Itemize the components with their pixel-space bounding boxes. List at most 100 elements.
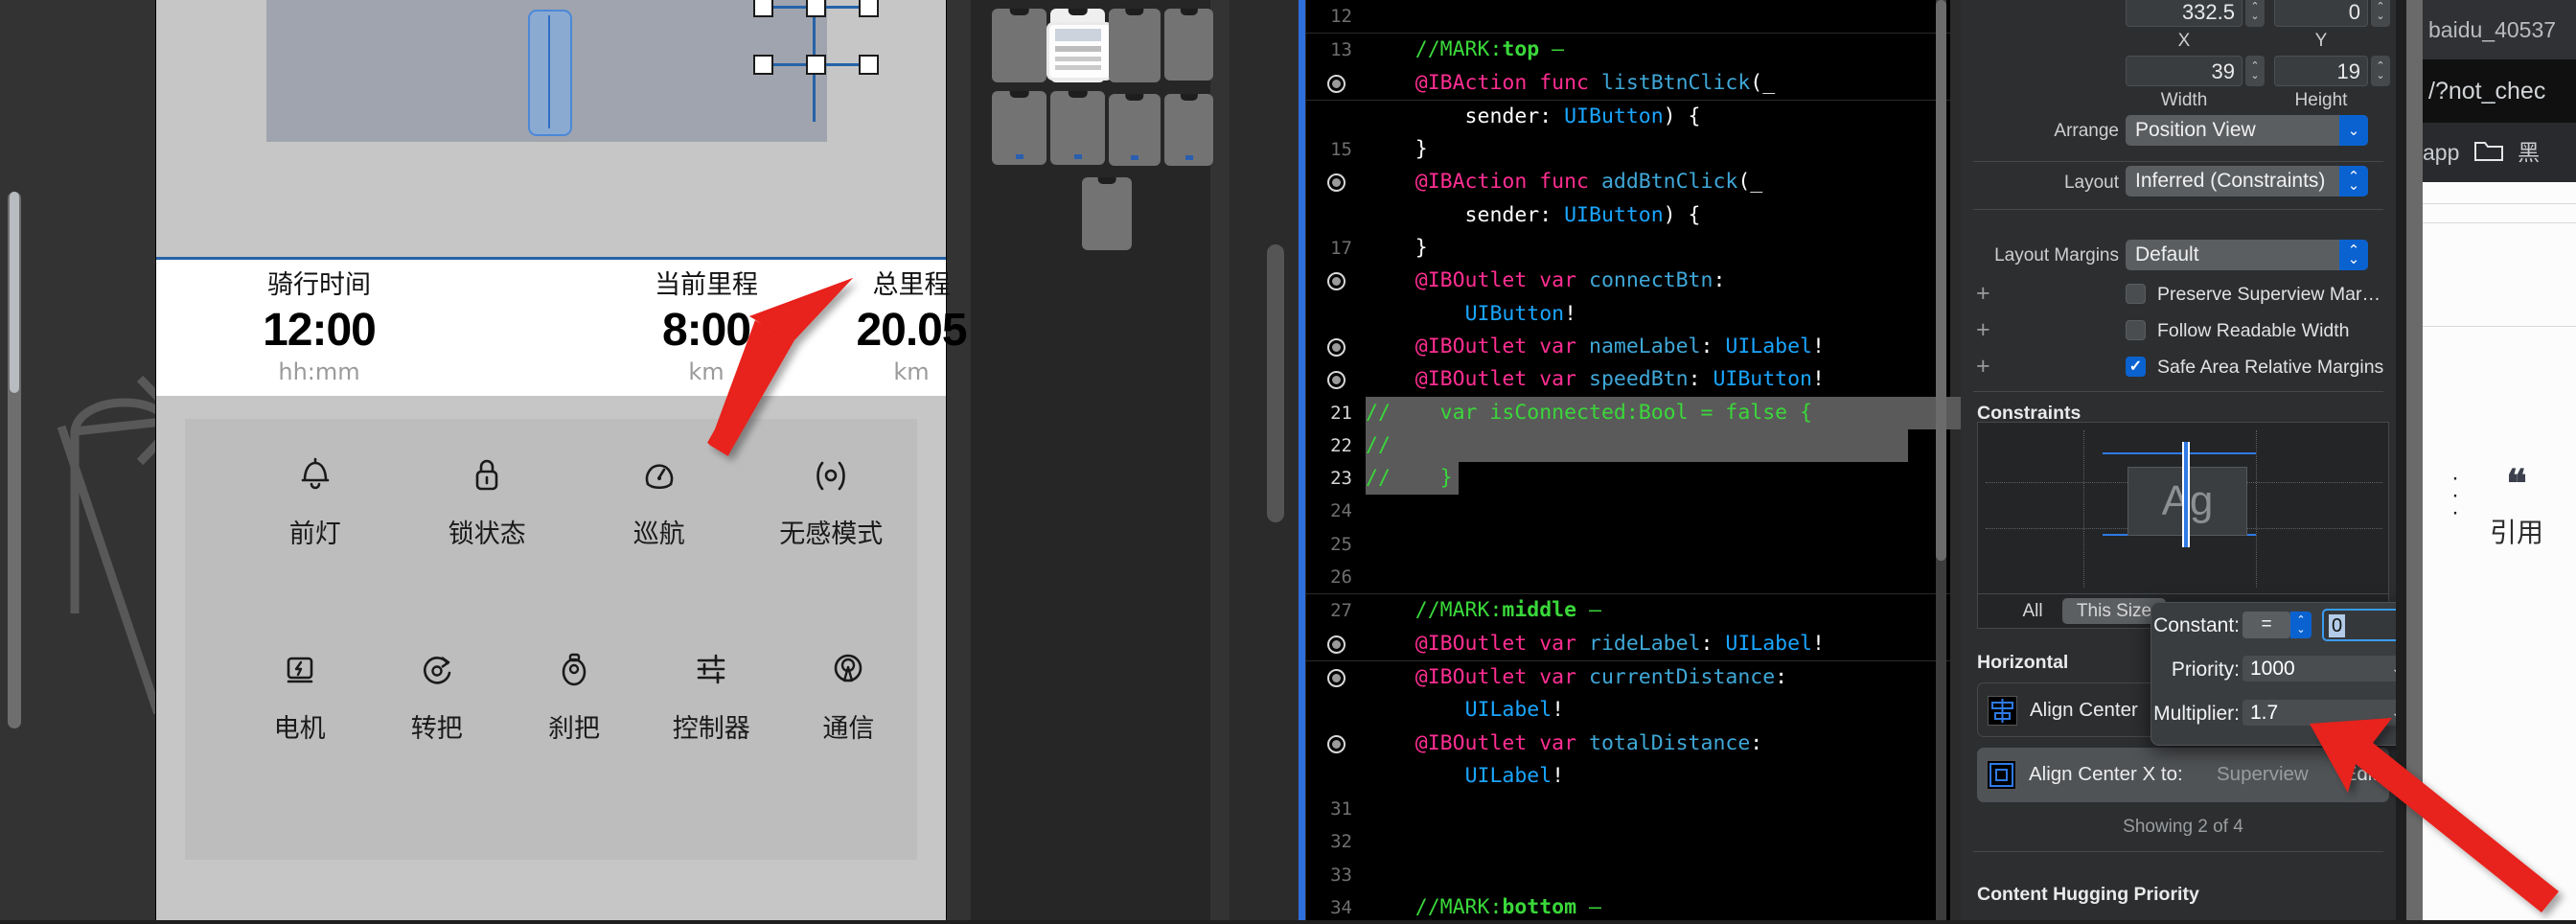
editor-scrollbar[interactable] <box>1936 0 1946 920</box>
arrange-select[interactable]: Position View ⌄ <box>2126 115 2368 146</box>
browser-url-bar[interactable]: /?not_chec <box>2423 59 2576 123</box>
thumbnail-scene[interactable] <box>992 9 1046 82</box>
resize-handle[interactable] <box>806 55 826 75</box>
code-line[interactable]: 12 <box>1306 0 1950 33</box>
breakpoint-icon[interactable] <box>1327 337 1346 357</box>
code-line[interactable]: sender: UIButton) { <box>1306 199 1950 232</box>
browser-page-content[interactable]: · · · ❝ 引用 <box>2423 182 2576 920</box>
browser-tab-title[interactable]: baidu_40537 <box>2423 0 2576 59</box>
code-lines[interactable]: 12 13 //MARK:top – @IBAction func listBtn… <box>1306 0 2330 924</box>
code-line[interactable]: sender: UIButton) { <box>1306 101 1950 133</box>
code-line[interactable]: @IBOutlet var connectBtn: <box>1306 265 1950 297</box>
add-constraint-icon[interactable]: + <box>1976 280 1990 308</box>
width-stepper[interactable]: ⌃ ⌄ <box>2245 56 2265 86</box>
icon-cell-headlight[interactable]: 前灯 <box>229 419 402 550</box>
code-line[interactable]: 13 //MARK:top – <box>1306 33 1950 66</box>
breakpoint-icon[interactable] <box>1327 734 1346 753</box>
code-line[interactable]: 32 <box>1306 825 1950 858</box>
code-line[interactable]: 17 } <box>1306 232 1950 265</box>
thumbnail-scene[interactable] <box>1082 177 1132 250</box>
code-line[interactable]: UIButton! <box>1306 298 1950 331</box>
code-line[interactable]: 21// var isConnected:Bool = false { <box>1306 396 2330 429</box>
code-line[interactable]: 31 <box>1306 793 1950 825</box>
thumbnail-scene[interactable] <box>1164 9 1213 81</box>
folder-icon[interactable] <box>2473 125 2504 182</box>
thumbnail-selection-box[interactable] <box>1046 22 1113 81</box>
breakpoint-icon[interactable] <box>1327 74 1346 93</box>
icon-cell-brake[interactable]: 刹把 <box>505 613 642 745</box>
icon-cell-comms[interactable]: 通信 <box>780 613 917 745</box>
follow-readable-width-checkbox[interactable] <box>2126 320 2146 340</box>
code-line[interactable]: @IBOutlet var rideLabel: UILabel! <box>1306 628 1950 661</box>
width-field[interactable]: 39 <box>2126 56 2242 86</box>
thumbnail-scene[interactable] <box>1050 91 1105 165</box>
code-line[interactable]: 26 <box>1306 561 1950 593</box>
thumbnail-scene[interactable] <box>1109 9 1161 82</box>
code-line[interactable]: @IBAction func addBtnClick(_ <box>1306 166 1950 198</box>
code-line[interactable]: UILabel! <box>1306 760 1950 793</box>
y-stepper[interactable]: ⌃ ⌄ <box>2371 0 2390 27</box>
selection-handles-total-distance[interactable] <box>753 0 879 122</box>
add-constraint-icon[interactable]: + <box>1976 353 1990 381</box>
code-line[interactable]: @IBOutlet var nameLabel: UILabel! <box>1306 331 1950 363</box>
constraint-row-align-center-x[interactable]: Align Center X to: Superview Edit <box>1977 748 2389 802</box>
icon-cell-motor[interactable]: 电机 <box>231 613 368 745</box>
thumbnail-scene[interactable] <box>992 91 1046 165</box>
chevron-up-down-icon[interactable]: ⌃ ⌄ <box>2339 166 2368 196</box>
storyboard-overview-thumbnails[interactable] <box>971 0 1213 920</box>
constraints-preview[interactable]: Ag <box>1977 422 2389 594</box>
breakpoint-icon[interactable] <box>1327 635 1346 654</box>
code-line[interactable]: 27 //MARK:middle – <box>1306 593 1950 627</box>
code-line[interactable]: 33 <box>1306 859 1950 891</box>
bookmark-label[interactable]: app <box>2423 140 2459 165</box>
phone-screen-preview[interactable]: 骑行时间 12:00 hh:mm 当前里程 8:00 km 总里程 20.05 … <box>156 0 968 920</box>
preserve-superview-margins-checkbox[interactable] <box>2126 284 2146 304</box>
icon-cell-lock[interactable]: 锁状态 <box>402 419 574 550</box>
code-line[interactable]: 15 } <box>1306 133 1950 166</box>
metric-ride-time[interactable]: 骑行时间 12:00 hh:mm <box>195 266 444 387</box>
code-line[interactable]: @IBOutlet var currentDistance: <box>1306 661 1950 694</box>
bookmark-cn-label[interactable]: 黑 <box>2518 141 2540 166</box>
chevron-down-icon[interactable]: ⌄ <box>2339 115 2368 146</box>
quote-tool-button[interactable]: ❝ 引用 <box>2469 465 2564 550</box>
scrollbar-thumb[interactable] <box>10 192 19 393</box>
x-field[interactable]: 332.5 <box>2126 0 2242 27</box>
multiplier-field[interactable]: 1.7 ⌄ <box>2242 700 2410 726</box>
icon-cell-controller[interactable]: 控制器 <box>643 613 780 745</box>
thumbnail-scene[interactable] <box>1109 94 1161 166</box>
resize-handle[interactable] <box>753 55 773 75</box>
resize-handle[interactable] <box>859 55 879 75</box>
code-line[interactable]: 22 // <box>1306 428 1950 463</box>
code-line[interactable]: 25 <box>1306 528 1950 561</box>
y-field[interactable]: 0 <box>2274 0 2368 27</box>
code-line[interactable]: 23 // } <box>1306 462 1950 496</box>
layout-select[interactable]: Inferred (Constraints) ⌃ ⌄ <box>2126 166 2368 196</box>
code-line[interactable]: @IBOutlet var speedBtn: UIButton! <box>1306 363 1950 396</box>
height-field[interactable]: 19 <box>2274 56 2368 86</box>
icon-cell-cruise[interactable]: 巡航 <box>573 419 746 550</box>
height-stepper[interactable]: ⌃ ⌄ <box>2371 56 2390 86</box>
filter-all[interactable]: All <box>2007 598 2058 624</box>
code-line[interactable]: 34 //MARK:bottom – <box>1306 891 1950 924</box>
scrollbar-thumb[interactable] <box>1936 0 1946 561</box>
resize-handle[interactable] <box>753 0 773 17</box>
breakpoint-icon[interactable] <box>1327 668 1346 687</box>
bookmark-bar[interactable]: app 黑 <box>2423 123 2576 182</box>
thumbnail-scene[interactable] <box>1164 94 1213 166</box>
selected-label-current-distance[interactable] <box>528 10 572 136</box>
resize-handle[interactable] <box>806 0 826 17</box>
relation-select[interactable]: = <box>2242 612 2290 638</box>
icon-cell-throttle[interactable]: 转把 <box>368 613 505 745</box>
priority-field[interactable]: 1000 ⌄ <box>2242 656 2410 681</box>
code-line[interactable]: 24 <box>1306 495 1950 527</box>
breakpoint-icon[interactable] <box>1327 371 1346 390</box>
relation-stepper[interactable]: ⌃ ⌄ <box>2290 612 2312 638</box>
code-line[interactable]: UILabel! <box>1306 694 1950 727</box>
canvas-scrollbar-mid[interactable] <box>1267 244 1284 522</box>
resize-handle[interactable] <box>859 0 879 17</box>
layout-margins-select[interactable]: Default ⌃ ⌄ <box>2126 240 2368 270</box>
code-editor[interactable]: 12 13 //MARK:top – @IBAction func listBtn… <box>1299 0 2330 920</box>
size-inspector[interactable]: 332.5 ⌃ ⌄ 0 ⌃ ⌄ X Y 39 ⌃ ⌄ 19 ⌃ ⌄ Width Heig… <box>1961 0 2396 920</box>
canvas-vertical-scrollbar[interactable] <box>8 192 21 728</box>
constraint-edit-button[interactable]: Edit <box>2344 763 2378 786</box>
